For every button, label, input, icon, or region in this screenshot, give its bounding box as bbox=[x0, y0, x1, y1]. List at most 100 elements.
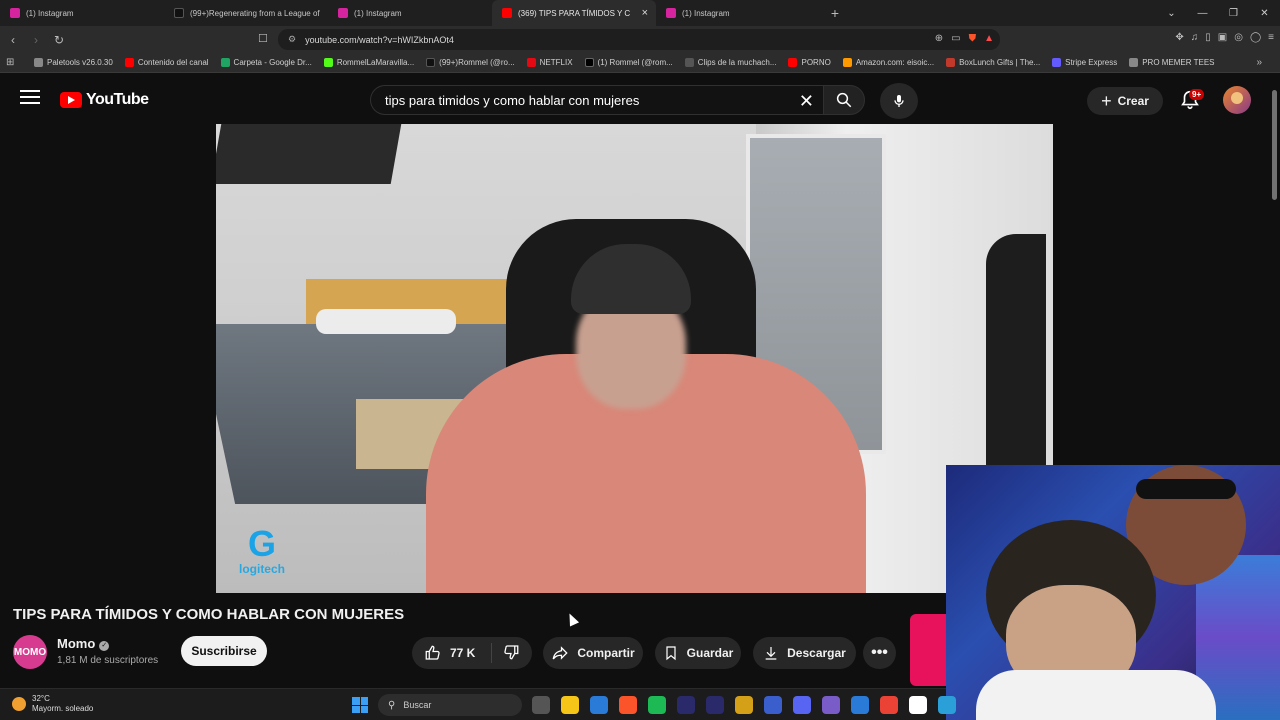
bookmark-item[interactable]: Stripe Express bbox=[1052, 58, 1117, 67]
steam-client-icon[interactable] bbox=[851, 696, 869, 714]
file-explorer-icon[interactable] bbox=[561, 696, 579, 714]
create-button[interactable]: + Crear bbox=[1087, 87, 1163, 115]
thumbs-down-icon bbox=[504, 644, 519, 659]
clear-search-icon[interactable]: ✕ bbox=[799, 91, 814, 112]
search-input[interactable]: tips para timidos y como hablar con muje… bbox=[370, 85, 824, 115]
premiere-icon[interactable] bbox=[706, 696, 724, 714]
media-icon[interactable]: ♫ bbox=[1191, 32, 1199, 43]
like-button[interactable]: 77 K bbox=[412, 643, 492, 663]
subscribe-button[interactable]: Suscribirse bbox=[181, 636, 267, 666]
bookmark-item[interactable]: NETFLIX bbox=[526, 58, 573, 67]
capcut-icon[interactable] bbox=[909, 696, 927, 714]
discord-icon[interactable] bbox=[793, 696, 811, 714]
share-button[interactable]: Compartir bbox=[543, 637, 643, 669]
new-tab-button[interactable]: + bbox=[820, 0, 850, 26]
window-controls: ⌄ — ❐ ✕ bbox=[1156, 0, 1280, 26]
logitech-watermark: G logitech bbox=[232, 526, 292, 577]
bookmark-label: Contenido del canal bbox=[137, 58, 209, 67]
menu-icon[interactable]: ≡ bbox=[1268, 32, 1274, 43]
browser-tab[interactable]: (1) Instagram bbox=[328, 0, 492, 26]
apps-grid-icon[interactable]: ⊞ bbox=[6, 57, 20, 68]
cast-icon[interactable]: ▭ bbox=[951, 33, 960, 44]
bookmark-item[interactable]: Paletools v26.0.30 bbox=[34, 58, 113, 67]
notes-app-icon[interactable] bbox=[735, 696, 753, 714]
forward-icon[interactable]: › bbox=[26, 33, 46, 47]
bookmark-favicon-icon bbox=[1129, 58, 1139, 67]
spotify-icon[interactable] bbox=[648, 696, 666, 714]
tab-label: (1) Instagram bbox=[354, 8, 402, 18]
photoshop-icon[interactable] bbox=[677, 696, 695, 714]
browser-tab-strip: (1) Instagram (99+)Regenerating from a L… bbox=[0, 0, 1280, 26]
back-icon[interactable]: ‹ bbox=[3, 33, 23, 47]
bookmark-item[interactable]: Carpeta - Google Dr... bbox=[220, 58, 312, 67]
bookmark-item[interactable]: Contenido del canal bbox=[124, 58, 209, 67]
task-view-icon[interactable] bbox=[532, 696, 550, 714]
browser-tab[interactable]: (1) Instagram bbox=[656, 0, 820, 26]
url-field[interactable]: ⚙ youtube.com/watch?v=hWIZkbnAOt4 ⊕ ▭ ⛊ … bbox=[278, 29, 1000, 50]
like-dislike-group: 77 K bbox=[412, 637, 532, 669]
weather-widget[interactable]: 32°C Mayorm. soleado bbox=[12, 694, 93, 714]
photos-icon[interactable] bbox=[938, 696, 956, 714]
browser-tab[interactable]: (1) Instagram bbox=[0, 0, 164, 26]
bookmark-icon[interactable]: ☐ bbox=[258, 32, 268, 45]
webcam-overlay bbox=[946, 465, 1280, 720]
app-icon[interactable] bbox=[764, 696, 782, 714]
instagram-icon bbox=[338, 8, 348, 18]
profile-icon[interactable]: ◯ bbox=[1250, 32, 1261, 43]
more-actions-button[interactable]: ••• bbox=[863, 637, 896, 669]
ad-thumbnail-edge[interactable] bbox=[910, 614, 946, 686]
dislike-button[interactable] bbox=[492, 643, 528, 664]
steam-icon[interactable] bbox=[590, 696, 608, 714]
video-player[interactable]: G logitech bbox=[216, 124, 1053, 593]
wallet-icon[interactable]: ▣ bbox=[1218, 32, 1227, 43]
browser-tab[interactable]: (99+)Regenerating from a League of bbox=[164, 0, 328, 26]
webcam-scene-streamer-shirt bbox=[976, 670, 1216, 720]
bookmark-item[interactable]: Amazon.com: eisoic... bbox=[842, 58, 935, 67]
youtube-logo[interactable]: YouTube bbox=[60, 91, 149, 109]
extensions-icon[interactable]: ✥ bbox=[1175, 32, 1183, 43]
bookmark-item[interactable]: PRO MEMER TEES bbox=[1129, 58, 1215, 67]
bookmark-label: Amazon.com: eisoic... bbox=[855, 58, 935, 67]
account-avatar[interactable] bbox=[1223, 86, 1251, 114]
minimize-button[interactable]: — bbox=[1187, 8, 1218, 19]
tab-search-icon[interactable]: ⌄ bbox=[1156, 8, 1187, 19]
taskbar-search-input[interactable]: ⚲ Buscar bbox=[378, 694, 522, 716]
bookmark-item[interactable]: BoxLunch Gifts | The... bbox=[946, 58, 1040, 67]
bookmark-item[interactable]: Clips de la muchach... bbox=[684, 58, 777, 67]
page-scrollbar[interactable] bbox=[1272, 90, 1277, 200]
brave-shield-icon[interactable]: ⛊ bbox=[969, 33, 977, 44]
bookmark-label: Carpeta - Google Dr... bbox=[233, 58, 312, 67]
bookmark-item[interactable]: RommelLaMaravilla... bbox=[323, 58, 414, 67]
bookmark-label: NETFLIX bbox=[539, 58, 573, 67]
channel-name[interactable]: Momo ✓ bbox=[57, 636, 110, 651]
download-icon bbox=[765, 647, 777, 660]
maximize-button[interactable]: ❐ bbox=[1218, 8, 1249, 19]
download-button[interactable]: Descargar bbox=[753, 637, 856, 669]
game-launcher-icon[interactable] bbox=[822, 696, 840, 714]
bookmark-label: Stripe Express bbox=[1065, 58, 1118, 67]
brave-browser-icon[interactable] bbox=[619, 696, 637, 714]
bookmark-item[interactable]: PORNO bbox=[788, 58, 831, 67]
reload-icon[interactable]: ↻ bbox=[49, 33, 69, 47]
site-info-icon[interactable]: ⚙ bbox=[288, 34, 296, 45]
windows-start-icon[interactable] bbox=[352, 697, 368, 713]
voice-search-button[interactable] bbox=[880, 83, 918, 119]
channel-avatar[interactable]: MOMO bbox=[13, 635, 47, 669]
vpn-icon[interactable]: ◎ bbox=[1234, 32, 1243, 43]
settings-icon[interactable] bbox=[880, 696, 898, 714]
close-window-button[interactable]: ✕ bbox=[1249, 8, 1280, 19]
hamburger-menu-icon[interactable] bbox=[20, 90, 40, 106]
bookmark-item[interactable]: (1) Rommel (@rom... bbox=[584, 58, 673, 67]
bookmark-item[interactable]: (99+)Rommel (@ro... bbox=[426, 58, 515, 67]
more-bookmarks-icon[interactable]: » bbox=[1256, 57, 1262, 68]
bookmark-label: Clips de la muchach... bbox=[697, 58, 777, 67]
save-button[interactable]: Guardar bbox=[655, 637, 741, 669]
sidebar-icon[interactable]: ▯ bbox=[1205, 32, 1211, 43]
bookmark-label: BoxLunch Gifts | The... bbox=[959, 58, 1041, 67]
taskbar-apps bbox=[532, 696, 956, 714]
rewards-icon[interactable]: ▲ bbox=[984, 33, 994, 44]
browser-tab-active[interactable]: (369) TIPS PARA TÍMIDOS Y C × bbox=[492, 0, 656, 26]
close-tab-icon[interactable]: × bbox=[642, 7, 648, 19]
zoom-icon[interactable]: ⊕ bbox=[935, 33, 943, 44]
search-button[interactable] bbox=[823, 85, 865, 115]
